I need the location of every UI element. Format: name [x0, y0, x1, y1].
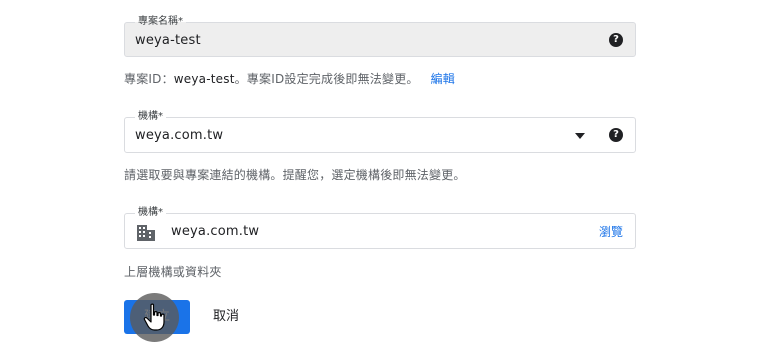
project-id-prefix: 專案ID：	[124, 72, 174, 86]
hand-cursor-icon	[143, 303, 165, 331]
cancel-button[interactable]: 取消	[200, 300, 252, 334]
edit-project-id-link[interactable]: 編輯	[431, 72, 455, 86]
parent-label: 上層機構或資料夾	[124, 265, 222, 279]
location-label: 機構*	[135, 206, 166, 220]
location-field[interactable]: 機構* weya.com.tw 瀏覽	[124, 206, 636, 249]
project-name-field[interactable]: 專案名稱* weya-test ?	[124, 15, 636, 57]
organization-value: weya.com.tw	[135, 128, 224, 143]
dropdown-arrow-icon[interactable]	[575, 133, 585, 139]
building-icon	[137, 225, 155, 241]
project-id-info: 專案ID：weya-test。專案ID設定完成後即無法變更。 編輯	[124, 70, 455, 87]
help-circle-icon[interactable]: ?	[609, 128, 623, 142]
project-id-value: weya-test	[173, 72, 235, 86]
help-circle-icon[interactable]: ?	[609, 33, 623, 47]
new-project-form: 專案名稱* weya-test ? 專案ID：weya-test。專案ID設定完…	[0, 0, 760, 347]
location-value: weya.com.tw	[171, 224, 260, 239]
organization-select[interactable]: 機構* weya.com.tw ?	[124, 110, 636, 153]
browse-link[interactable]: 瀏覽	[599, 223, 623, 240]
project-name-label: 專案名稱*	[135, 15, 186, 29]
organization-label: 機構*	[135, 110, 166, 124]
organization-helper-text: 請選取要與專案連結的機構。提醒您，選定機構後即無法變更。	[124, 168, 466, 182]
project-name-value: weya-test	[135, 33, 201, 48]
project-id-suffix: 。專案ID設定完成後即無法變更。	[234, 72, 419, 86]
